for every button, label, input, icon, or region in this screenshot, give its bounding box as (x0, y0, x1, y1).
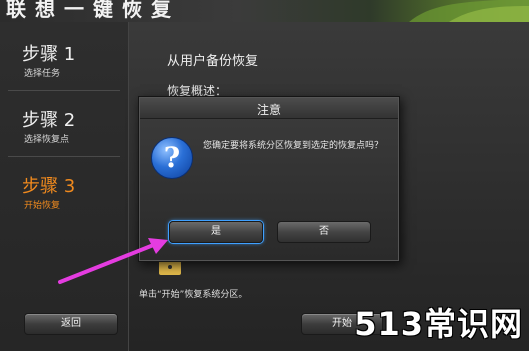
app-title: 联想一键恢复 (6, 0, 180, 21)
pointer-arrow-icon (58, 238, 168, 284)
dialog-message: 您确定要将系统分区恢复到选定的恢复点吗？ (203, 141, 384, 151)
sidebar-step-3[interactable]: 步骤 3 开始恢复 (0, 158, 128, 220)
no-button[interactable]: 否 (277, 221, 371, 243)
yes-button[interactable]: 是 (169, 221, 263, 243)
active-step-pointer (129, 180, 137, 196)
back-button[interactable]: 返回 (24, 313, 118, 335)
watermark: 513常识网 (354, 305, 523, 343)
step-subtitle: 开始恢复 (24, 201, 61, 211)
dialog-header: 注意 (140, 98, 398, 119)
step-divider (8, 90, 120, 91)
sidebar-step-1[interactable]: 步骤 1 选择任务 (0, 26, 128, 88)
step-subtitle: 选择恢复点 (24, 135, 70, 145)
step-title: 步骤 3 (22, 176, 76, 197)
confirm-dialog: 注意 ? 您确定要将系统分区恢复到选定的恢复点吗？ 是 否 (138, 96, 400, 262)
step-title: 步骤 2 (22, 110, 76, 131)
step-subtitle: 选择任务 (24, 69, 61, 79)
sidebar: 步骤 1 选择任务 步骤 2 选择恢复点 步骤 3 开始恢复 返回 (0, 22, 128, 351)
dialog-title: 注意 (256, 103, 281, 117)
title-bar: 联想一键恢复 (0, 0, 529, 22)
step-title: 步骤 1 (22, 44, 76, 65)
sidebar-step-2[interactable]: 步骤 2 选择恢复点 (0, 92, 128, 154)
step-divider (8, 156, 120, 157)
leaf-decoration-icon (409, 0, 529, 22)
app-window: 联想一键恢复 步骤 1 选择任务 步骤 2 选择恢复点 步骤 3 开始恢复 返回… (0, 0, 529, 351)
page-title: 从用户备份恢复 (167, 54, 259, 69)
question-icon: ? (151, 137, 193, 179)
